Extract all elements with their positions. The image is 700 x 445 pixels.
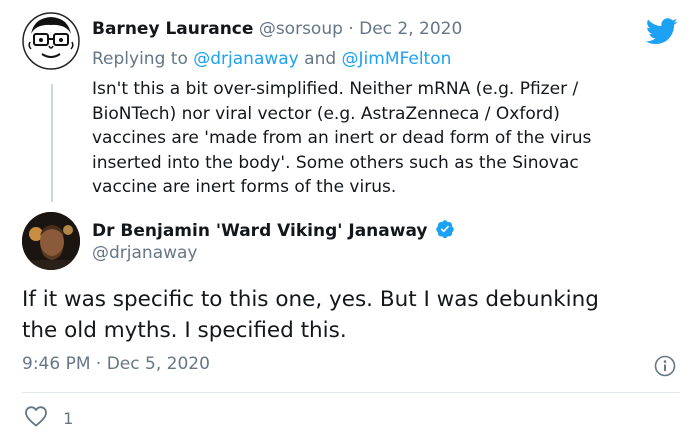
reply-body-line: vaccines are 'made from an inert or dead… bbox=[92, 128, 592, 148]
reply-body-line: vaccine are inert forms of the virus. bbox=[92, 177, 397, 197]
reply-body-line: inserted into the body'. Some others suc… bbox=[92, 152, 579, 173]
heart-icon bbox=[24, 405, 48, 431]
tweet-time-separator: · bbox=[95, 354, 102, 374]
twitter-bird-icon[interactable] bbox=[645, 18, 678, 45]
main-tweet-body: If it was specific to this one, yes. But… bbox=[22, 284, 700, 346]
reply-date-separator: · bbox=[348, 19, 354, 39]
reply-date[interactable]: Dec 2, 2020 bbox=[359, 19, 462, 39]
main-tweet-timestamp[interactable]: 9:46 PM · Dec 5, 2020 bbox=[22, 354, 210, 374]
main-tweet-author: Dr Benjamin 'Ward Viking' Janaway bbox=[92, 219, 455, 243]
main-author-handle[interactable]: @drjanaway bbox=[92, 243, 198, 263]
mention-link-drjanaway[interactable]: @drjanaway bbox=[193, 49, 299, 69]
replying-and-label: and bbox=[304, 49, 337, 69]
like-count: 1 bbox=[63, 408, 74, 428]
cartoon-face-icon bbox=[22, 12, 80, 70]
reply-body-line: BioNTech) nor viral vector (e.g. AstraZe… bbox=[92, 103, 560, 124]
reply-body-line: Isn't this a bit over-simplified. Neithe… bbox=[92, 79, 579, 99]
tweet-date: Dec 5, 2020 bbox=[106, 354, 210, 374]
main-author-name[interactable]: Dr Benjamin 'Ward Viking' Janaway bbox=[92, 221, 427, 241]
like-button[interactable]: 1 bbox=[24, 405, 73, 429]
main-body-line: If it was specific to this one, yes. But… bbox=[22, 287, 599, 312]
avatar-janaway[interactable] bbox=[22, 212, 80, 270]
replying-to-line: Replying to @drjanaway and @JimMFelton bbox=[92, 49, 451, 69]
tweet-divider bbox=[22, 392, 680, 393]
info-icon[interactable] bbox=[654, 355, 676, 377]
tweet-time: 9:46 PM bbox=[22, 354, 91, 374]
main-body-line: the old myths. I specified this. bbox=[22, 318, 347, 343]
reply-author-handle[interactable]: @sorsoup bbox=[259, 19, 343, 39]
reply-tweet-body: Isn't this a bit over-simplified. Neithe… bbox=[92, 77, 672, 200]
replying-to-label: Replying to bbox=[92, 49, 188, 69]
reply-tweet-header: Barney Laurance @sorsoup · Dec 2, 2020 bbox=[92, 19, 462, 39]
reply-author-name[interactable]: Barney Laurance bbox=[92, 19, 253, 39]
profile-photo-icon bbox=[22, 212, 80, 270]
avatar-barney[interactable] bbox=[22, 12, 80, 70]
mention-link-jimmfelton[interactable]: @JimMFelton bbox=[342, 49, 452, 69]
verified-badge-icon bbox=[435, 219, 455, 243]
thread-connector-line bbox=[51, 84, 53, 202]
